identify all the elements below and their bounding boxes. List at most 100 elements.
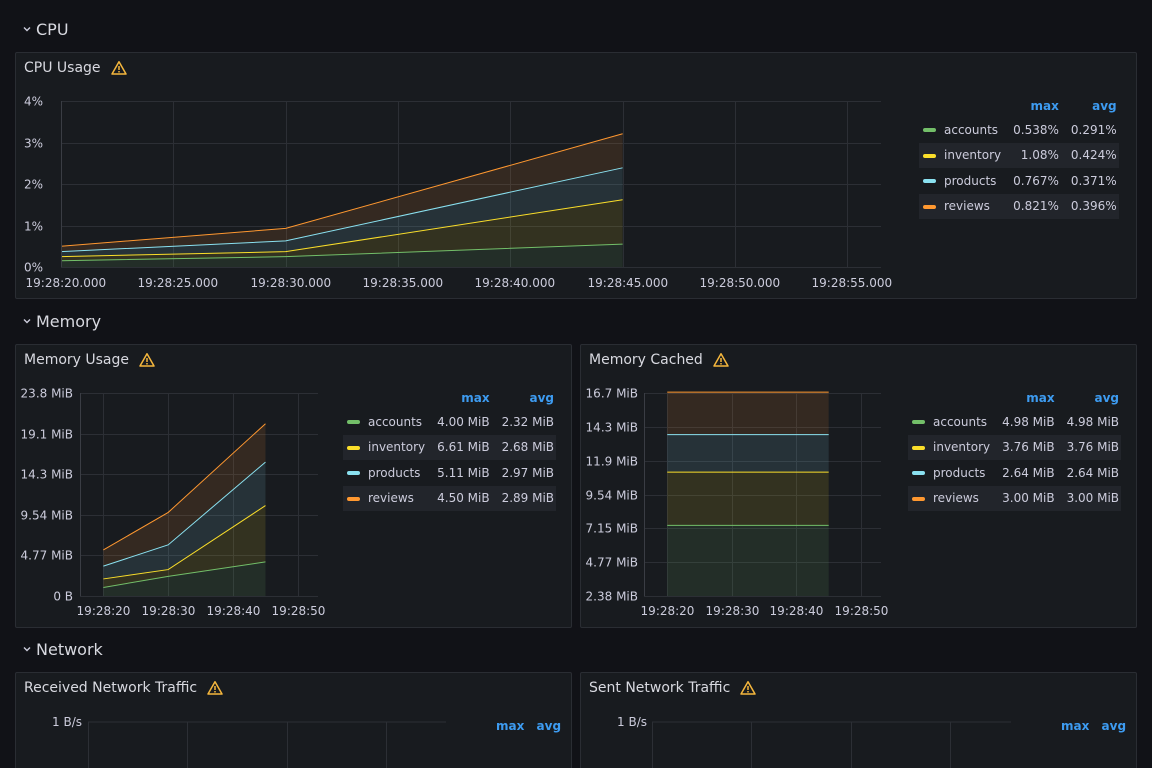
- y-tick-label: 4.77 MiB: [586, 556, 638, 570]
- legend-item-products[interactable]: products 2.64 MiB 2.64 MiB: [908, 460, 1121, 486]
- cpu-usage-chart[interactable]: 0% 1% 2% 3% 4% 19:28:20.000 19:28:25.000 19:28:…: [16, 53, 916, 299]
- received-traffic-chart[interactable]: 1 B/s: [16, 673, 456, 768]
- panel-received-network-traffic: Received Network Traffic 1 B/s max avg: [15, 672, 572, 768]
- x-tick-label: 19:28:40: [770, 604, 824, 618]
- y-tick-label: 4.77 MiB: [21, 549, 73, 563]
- legend-header-received: max avg: [496, 719, 561, 733]
- x-tick-label: 19:28:35.000: [363, 276, 444, 290]
- series-area-accounts: [667, 525, 829, 596]
- memory-cached-chart[interactable]: 2.38 MiB 4.77 MiB 7.15 MiB 9.54 MiB 11.9 MiB…: [581, 345, 911, 628]
- chevron-down-icon: [23, 27, 31, 32]
- x-tick-label: 19:28:20: [77, 604, 131, 618]
- legend-header-max[interactable]: max: [496, 719, 524, 733]
- y-tick-label: 23.8 MiB: [21, 387, 73, 401]
- legend-item-accounts[interactable]: accounts 0.538% 0.291%: [919, 117, 1119, 143]
- panel-memory-cached: Memory Cached 2.38 MiB 4.77 MiB 7.15 MiB 9.…: [580, 344, 1137, 628]
- legend-header-row: max avg: [343, 387, 556, 409]
- legend-item-inventory[interactable]: inventory 1.08% 0.424%: [919, 142, 1119, 168]
- row-title-network: Network: [36, 639, 103, 659]
- legend-series-name: inventory: [944, 148, 1002, 163]
- legend-avg-value: 3.00 MiB: [1056, 485, 1122, 511]
- legend-header-max[interactable]: max: [427, 387, 491, 409]
- legend-item-products[interactable]: products 0.767% 0.371%: [919, 168, 1119, 194]
- x-tick-label: 19:28:30: [706, 604, 760, 618]
- legend-header-max[interactable]: max: [1061, 719, 1089, 733]
- row-toggle-network[interactable]: Network: [22, 637, 103, 661]
- row-toggle-cpu[interactable]: CPU: [22, 17, 69, 41]
- series-area-products: [667, 434, 829, 473]
- series-color-swatch: [347, 471, 360, 476]
- legend-header-avg[interactable]: avg: [1102, 719, 1127, 733]
- legend-series-name: accounts: [368, 414, 423, 429]
- legend-series-name: accounts: [944, 122, 999, 137]
- panel-sent-network-traffic: Sent Network Traffic 1 B/s max avg: [580, 672, 1137, 768]
- x-tick-label: 19:28:20.000: [26, 276, 107, 290]
- x-tick-label: 19:28:40.000: [475, 276, 556, 290]
- legend-avg-value: 2.89 MiB: [491, 485, 557, 511]
- series-color-swatch: [912, 471, 925, 476]
- legend-avg-value: 3.76 MiB: [1056, 434, 1122, 460]
- legend-series-name: products: [933, 465, 986, 480]
- legend-item-accounts[interactable]: accounts 4.00 MiB 2.32 MiB: [343, 409, 556, 435]
- legend-avg-value: 4.98 MiB: [1066, 414, 1120, 429]
- legend-max-value: 4.50 MiB: [427, 485, 492, 511]
- chevron-down-icon: [23, 319, 31, 324]
- legend-max-value: 0.767%: [1013, 173, 1059, 188]
- sent-traffic-chart[interactable]: 1 B/s: [581, 673, 1021, 768]
- row-title-memory: Memory: [36, 311, 102, 331]
- series-color-swatch: [347, 420, 360, 425]
- y-tick-label: 2.38 MiB: [586, 590, 638, 604]
- y-tick-label: 1%: [24, 220, 43, 234]
- memory-usage-chart[interactable]: 0 B 4.77 MiB 9.54 MiB 14.3 MiB 19.1 MiB 23.8 …: [16, 345, 346, 628]
- legend-series-name: inventory: [368, 440, 426, 455]
- legend-item-reviews[interactable]: reviews 0.821% 0.396%: [919, 193, 1119, 219]
- legend-header-max[interactable]: max: [1003, 95, 1061, 117]
- y-tick-label: 2%: [24, 178, 43, 192]
- legend-item-reviews[interactable]: reviews 3.00 MiB 3.00 MiB: [908, 485, 1122, 511]
- legend-max-value: 2.64 MiB: [1002, 465, 1055, 480]
- legend-avg-value: 2.68 MiB: [491, 434, 557, 460]
- chevron-down-icon: [23, 647, 31, 652]
- legend-series-name: accounts: [933, 414, 988, 429]
- x-tick-label: 19:28:50: [272, 604, 326, 618]
- x-tick-label: 19:28:30.000: [251, 276, 332, 290]
- legend-max-value: 0.538%: [1013, 122, 1059, 137]
- x-tick-label: 19:28:50.000: [700, 276, 781, 290]
- legend-item-products[interactable]: products 5.11 MiB 2.97 MiB: [343, 460, 556, 486]
- legend-max-value: 3.76 MiB: [992, 434, 1057, 460]
- series-color-swatch: [347, 445, 360, 450]
- series-area-inventory: [667, 472, 829, 526]
- legend-item-accounts[interactable]: accounts 4.98 MiB 4.98 MiB: [908, 409, 1121, 435]
- series-color-swatch: [923, 128, 936, 133]
- legend-header-avg[interactable]: avg: [492, 387, 556, 409]
- series-color-swatch: [923, 204, 936, 209]
- legend-header-avg[interactable]: avg: [1061, 95, 1119, 117]
- legend-header-avg[interactable]: avg: [537, 719, 562, 733]
- x-tick-label: 19:28:30: [142, 604, 196, 618]
- legend-header-avg[interactable]: avg: [1057, 387, 1121, 409]
- y-tick-label: 0%: [24, 261, 43, 275]
- legend-max-value: 3.00 MiB: [992, 485, 1057, 511]
- legend-item-inventory[interactable]: inventory 6.61 MiB 2.68 MiB: [343, 434, 557, 460]
- x-tick-label: 19:28:25.000: [138, 276, 219, 290]
- y-tick-label: 9.54 MiB: [586, 489, 638, 503]
- y-tick-label: 4%: [24, 95, 43, 109]
- legend-avg-value: 0.396%: [1060, 193, 1119, 219]
- legend-item-inventory[interactable]: inventory 3.76 MiB 3.76 MiB: [908, 434, 1122, 460]
- legend-item-reviews[interactable]: reviews 4.50 MiB 2.89 MiB: [343, 485, 557, 511]
- series-color-swatch: [347, 496, 360, 501]
- legend-cpu-usage: max avg accounts 0.538% 0.291% inventory 1.08%…: [919, 95, 1119, 219]
- y-tick-label: 19.1 MiB: [21, 428, 73, 442]
- x-tick-label: 19:28:55.000: [812, 276, 893, 290]
- legend-header-max[interactable]: max: [992, 387, 1056, 409]
- x-tick-label: 19:28:40: [207, 604, 261, 618]
- row-toggle-memory[interactable]: Memory: [22, 309, 101, 333]
- legend-series-name: inventory: [933, 440, 991, 455]
- legend-series-name: reviews: [933, 491, 979, 506]
- y-tick-label: 1 B/s: [52, 715, 82, 729]
- legend-max-value: 1.08%: [1003, 142, 1061, 168]
- legend-avg-value: 2.64 MiB: [1066, 465, 1120, 480]
- y-tick-label: 14.3 MiB: [586, 421, 638, 435]
- y-tick-label: 7.15 MiB: [586, 522, 638, 536]
- legend-header-row: max avg: [908, 387, 1121, 409]
